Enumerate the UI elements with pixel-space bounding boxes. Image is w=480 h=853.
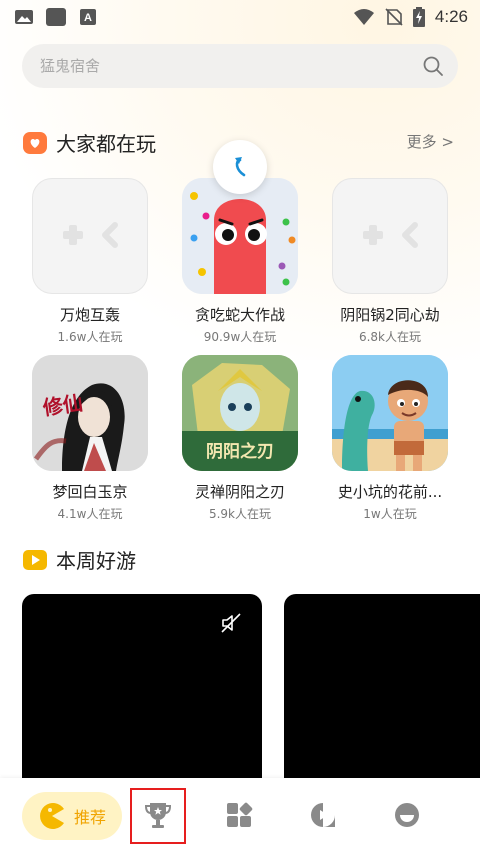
game-name: 贪吃蛇大作战 [194,306,285,324]
snake-game-icon[interactable] [182,178,298,294]
games-grid: 万炮互轰 1.6w人在玩 贪吃蛇大作战 90.9w人在玩 阴阳锅2同心劫 6.8… [0,178,480,522]
video-play-icon [311,803,335,827]
more-label[interactable]: 更多 > [407,131,454,152]
status-left-icons: A [14,8,98,26]
section-popular-header: 大家都在玩 [22,128,156,157]
game-card[interactable]: 阴阳之刃 灵禅阴阳之刃 5.9k人在玩 [165,355,315,522]
game-name: 史小坑的花前... [337,483,443,501]
yinyang-blade-game-icon[interactable]: 阴阳之刃 [182,355,298,471]
status-right-icons: 4:26 [353,7,468,27]
app-icon [46,8,66,26]
game-players: 90.9w人在玩 [203,330,277,344]
no-sim-icon [385,8,403,26]
search-bar[interactable] [22,44,458,88]
video-tab[interactable] [306,798,340,832]
game-card[interactable]: 万炮互轰 1.6w人在玩 [15,178,165,345]
categories-icon [227,802,253,827]
refresh-button[interactable] [213,140,267,194]
game-name: 灵禅阴阳之刃 [194,483,285,501]
status-time: 4:26 [434,7,468,26]
more-link[interactable]: 更多 > [407,131,454,152]
game-players: 5.9k人在玩 [208,507,272,521]
game-card[interactable]: 贪吃蛇大作战 90.9w人在玩 [165,178,315,345]
search-icon[interactable] [422,55,444,77]
wifi-icon [353,9,374,25]
highlight-box [130,788,186,844]
gallery-icon [15,10,33,24]
section-weekly-title: 本周好游 [56,549,136,573]
status-bar: A 4:26 [0,0,480,34]
game-name: 阴阳锅2同心劫 [340,306,440,324]
search-box[interactable] [22,44,458,88]
yinyang-icon-text: 阴阳之刃 [206,441,274,462]
bottom-tab-bar: 推荐 [0,778,480,853]
mute-icon[interactable] [220,612,242,634]
xiuxian-game-icon[interactable]: 修仙 [32,355,148,471]
battery-charging-icon [412,7,425,27]
game-card[interactable]: 修仙 梦回白玉京 4.1w人在玩 [15,355,165,522]
gamepad-placeholder-icon[interactable] [32,178,148,294]
game-name: 梦回白玉京 [52,483,128,501]
profile-tab[interactable] [390,798,424,832]
profile-icon [395,803,419,827]
home-tab-label: 推荐 [74,808,107,827]
home-tab[interactable]: 推荐 [22,792,122,840]
a-icon: A [80,9,96,25]
cartoon-boy-game-icon[interactable] [332,355,448,471]
game-players: 6.8k人在玩 [358,330,422,344]
search-input[interactable] [40,57,422,75]
video-card[interactable] [22,594,262,794]
section-popular-title: 大家都在玩 [56,132,156,156]
game-players: 1w人在玩 [363,507,417,521]
categories-tab[interactable] [222,798,256,832]
game-card[interactable]: 阴阳锅2同心劫 6.8k人在玩 [315,178,465,345]
pacman-icon [40,803,64,829]
game-players: 1.6w人在玩 [57,330,123,344]
play-badge-icon [23,549,47,570]
section-weekly-header: 本周好游 [22,545,136,574]
game-card[interactable]: 史小坑的花前... 1w人在玩 [315,355,465,522]
video-card[interactable] [284,594,480,794]
game-players: 4.1w人在玩 [57,507,123,521]
refresh-icon [235,157,246,177]
game-name: 万炮互轰 [59,306,120,324]
heart-badge-icon [23,131,47,154]
svg-text:A: A [84,12,92,24]
gamepad-placeholder-icon[interactable] [332,178,448,294]
